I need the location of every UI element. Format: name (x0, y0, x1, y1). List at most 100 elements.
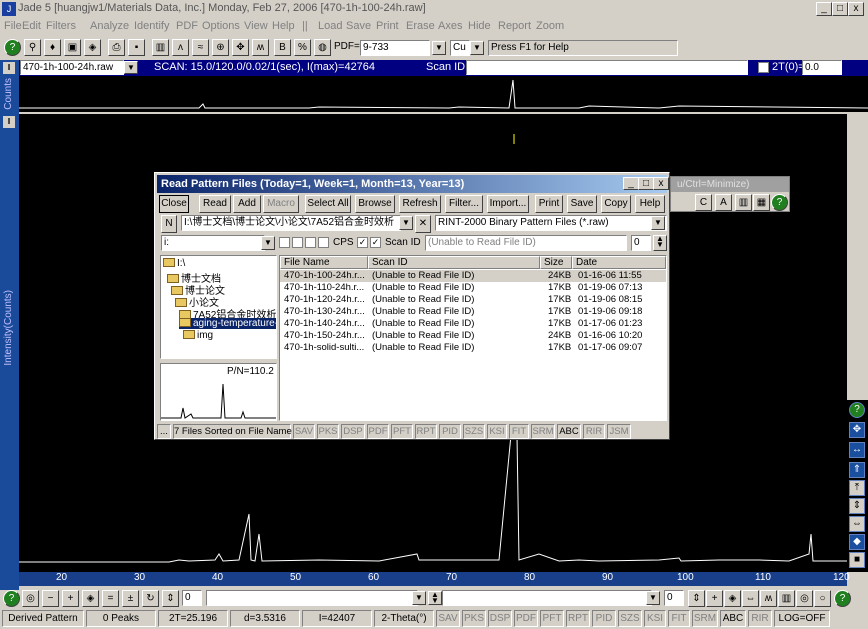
scan-id-checkbox[interactable]: ✓ (357, 237, 368, 248)
scan-id-field[interactable] (466, 60, 748, 75)
file-row[interactable]: 470-1h-130-24h.r... (Unable to Read File … (280, 306, 666, 318)
dialog-minimize-button[interactable]: _ (623, 177, 639, 190)
command2-dropdown-icon[interactable]: ▼ (646, 591, 660, 605)
fit-icon[interactable]: ≈ (192, 39, 209, 56)
menu-hide[interactable]: Hide (468, 20, 491, 32)
menu-axes[interactable]: Axes (438, 20, 462, 32)
drive-select[interactable]: i: (161, 235, 265, 251)
command-field-2[interactable] (442, 590, 652, 606)
save-icon[interactable]: ▪ (128, 39, 145, 56)
diamond-icon[interactable]: ◈ (84, 39, 101, 56)
leftright-icon[interactable]: ⇔ (849, 516, 865, 532)
globe-icon[interactable]: ◍ (314, 39, 331, 56)
cycle-icon[interactable]: ↻ (142, 590, 159, 607)
double-arrow-icon[interactable]: ⇕ (688, 590, 705, 607)
close-button[interactable]: x (848, 2, 864, 16)
peak-icon[interactable]: ⚲ (24, 39, 41, 56)
path-field[interactable]: I:\博士文档\博士论文\小论文\7A52铝合金时效析 (181, 215, 401, 231)
filter-button[interactable]: Filter... (445, 195, 483, 213)
percent-icon[interactable]: % (294, 39, 311, 56)
status-dots[interactable]: ... (157, 424, 171, 439)
two-theta-checkbox[interactable] (758, 62, 769, 73)
top-icon[interactable]: ⤒ (849, 480, 865, 496)
plus-icon[interactable]: + (62, 590, 79, 607)
pan-icon[interactable]: ◆ (849, 534, 865, 550)
menu-print[interactable]: Print (376, 20, 399, 32)
overlay-icon[interactable]: ⊕ (212, 39, 229, 56)
file-row[interactable]: 470-1h-150-24h.r... (Unable to Read File … (280, 330, 666, 342)
app-icon[interactable]: J (2, 2, 16, 16)
path-dropdown-icon[interactable]: ▼ (399, 216, 413, 230)
save-button[interactable]: Save (567, 195, 597, 213)
overview-plot[interactable] (19, 76, 868, 112)
two-theta-field[interactable]: 0.0 (802, 60, 842, 75)
top-pane-toggle[interactable]: ‖ (3, 62, 15, 74)
plus-icon-2[interactable]: + (706, 590, 723, 607)
bar-chart-icon[interactable]: ▥ (152, 39, 169, 56)
menu-identify[interactable]: Identify (134, 20, 169, 32)
col-scan-id[interactable]: Scan ID (368, 256, 540, 269)
checkbox-1[interactable] (279, 237, 290, 248)
grid-icon[interactable]: ▦ (753, 194, 770, 211)
command-dropdown-icon[interactable]: ▼ (412, 591, 426, 605)
file-select[interactable]: 470-1h-100-24h.raw (20, 60, 124, 75)
file-row[interactable]: 470-1h-110-24h.r... (Unable to Read File … (280, 282, 666, 294)
split-icon[interactable]: ◈ (82, 590, 99, 607)
file-dropdown-icon[interactable]: ▼ (124, 61, 138, 74)
count-field[interactable]: 0 (631, 235, 651, 251)
bars-icon[interactable]: ▥ (735, 194, 752, 211)
open-folder-icon[interactable]: ▣ (64, 39, 81, 56)
add-button[interactable]: Add (233, 195, 261, 213)
c-icon[interactable]: C (695, 194, 712, 211)
equal-icon[interactable]: = (102, 590, 119, 607)
menu-erase[interactable]: Erase (406, 20, 435, 32)
step-icon[interactable]: ± (122, 590, 139, 607)
main-pane-toggle[interactable]: ‖ (3, 116, 15, 128)
menu-analyze[interactable]: Analyze (90, 20, 129, 32)
browse-button[interactable]: Browse (355, 195, 395, 213)
print-button[interactable]: Print (535, 195, 563, 213)
read-button[interactable]: Read (199, 195, 231, 213)
print-icon[interactable]: ⎙ (108, 39, 125, 56)
tree-item-aging[interactable]: aging-temperature-X (179, 318, 276, 329)
menu-report[interactable]: Report (498, 20, 531, 32)
stop-icon[interactable]: ■ (849, 552, 865, 568)
minus-icon[interactable]: − (42, 590, 59, 607)
up-double-icon[interactable]: ⇑ (849, 462, 865, 478)
col-file-name[interactable]: File Name (280, 256, 368, 269)
split-icon-2[interactable]: ◈ (724, 590, 741, 607)
file-list[interactable]: File Name Scan ID Size Date 470-1h-100-2… (279, 255, 667, 421)
updown-icon-2[interactable]: ⇕ (849, 498, 865, 514)
tree-item-img[interactable]: img (183, 330, 213, 341)
curve-icon[interactable]: ʍ (760, 590, 777, 607)
tree-item-root[interactable]: I:\ (163, 258, 185, 269)
command-spinner[interactable]: ▲ ▼ (428, 591, 442, 605)
menu-pdf[interactable]: PDF (176, 20, 198, 32)
help-icon-5[interactable]: ? (834, 590, 851, 607)
target-icon-2[interactable]: ◎ (796, 590, 813, 607)
cps-checkbox[interactable] (318, 237, 329, 248)
macro-button[interactable]: Macro (263, 195, 299, 213)
count-spinner[interactable]: ▲ ▼ (653, 235, 667, 251)
import-button[interactable]: Import... (487, 195, 529, 213)
menu-help[interactable]: Help (272, 20, 295, 32)
pdf-dropdown-icon[interactable]: ▼ (432, 41, 446, 55)
file-row[interactable]: 470-1h-140-24h.r... (Unable to Read File … (280, 318, 666, 330)
pdf-field[interactable]: 9-733 (360, 40, 430, 56)
col-date[interactable]: Date (572, 256, 666, 269)
scan-id-checkbox-2[interactable]: ✓ (370, 237, 381, 248)
menu-view[interactable]: View (244, 20, 268, 32)
checkbox-3[interactable] (305, 237, 316, 248)
copy-button[interactable]: Copy (601, 195, 631, 213)
spin-icon[interactable]: ⇕ (162, 590, 179, 607)
text-icon[interactable]: A (715, 194, 732, 211)
profile-icon[interactable]: ʍ (252, 39, 269, 56)
dialog-close-button[interactable]: x (653, 177, 669, 190)
scan-id-dialog-field[interactable]: (Unable to Read File ID) (425, 235, 627, 251)
command-field[interactable] (206, 590, 418, 606)
peaks-icon[interactable]: ʌ (172, 39, 189, 56)
arrows-icon-2[interactable]: ⇔ (742, 590, 759, 607)
step-field-2[interactable]: 0 (664, 590, 684, 606)
menu-options[interactable]: Options (202, 20, 240, 32)
refresh-button[interactable]: Refresh (399, 195, 441, 213)
